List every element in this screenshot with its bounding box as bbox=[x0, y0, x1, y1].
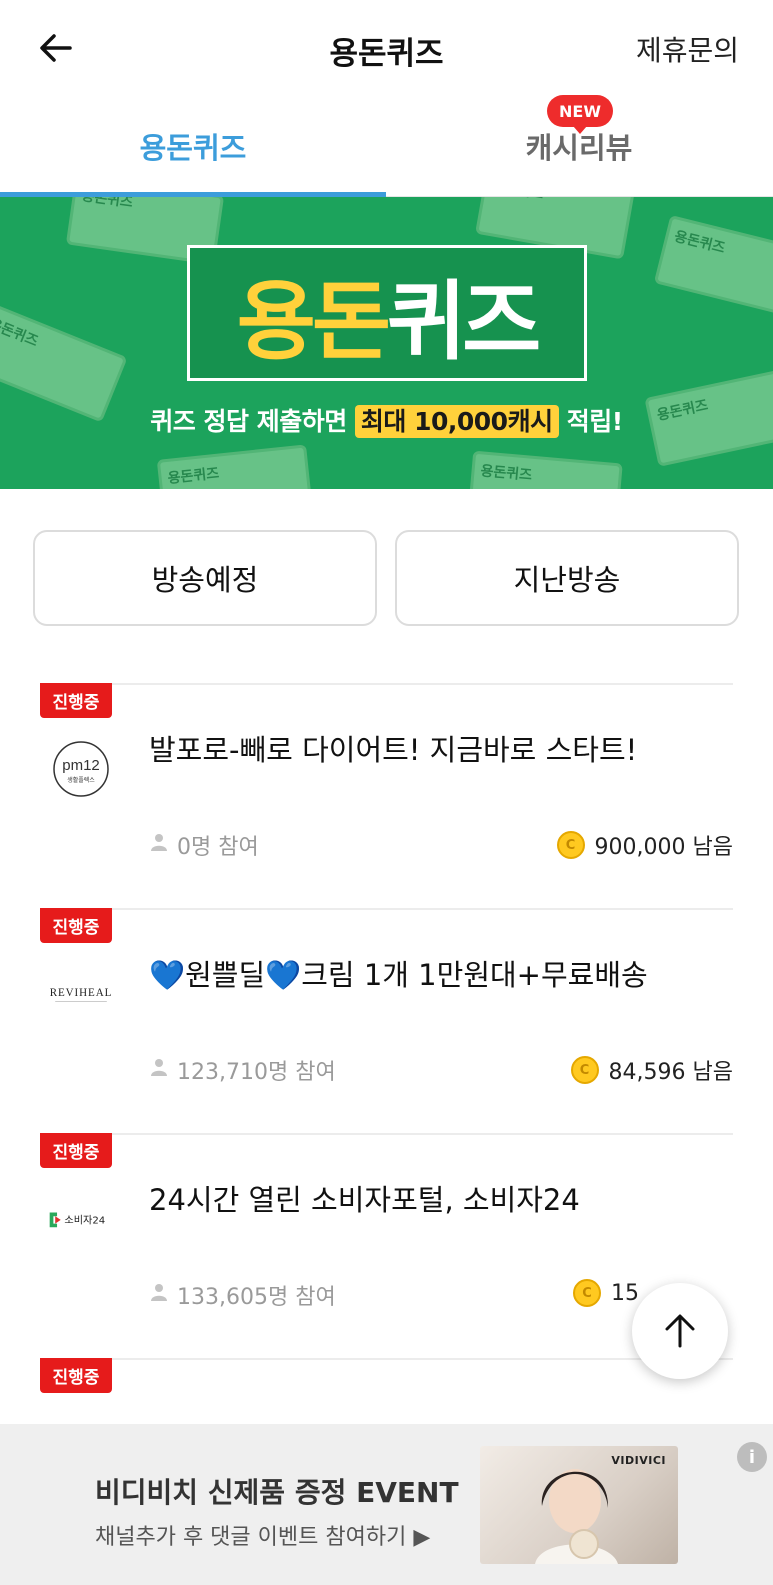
banner-title-part2: 퀴즈 bbox=[387, 271, 541, 372]
banner-subtitle-suffix: 적립! bbox=[558, 407, 623, 436]
person-icon bbox=[149, 1057, 169, 1083]
ad-image-brand: VIDIVICI bbox=[611, 1454, 666, 1467]
participant-count: 0명 참여 bbox=[149, 829, 259, 861]
remaining-cash: C 15 bbox=[573, 1279, 639, 1307]
scroll-to-top-button[interactable] bbox=[632, 1283, 728, 1379]
participant-count-text: 0명 참여 bbox=[177, 835, 259, 860]
info-icon[interactable]: i bbox=[737, 1442, 767, 1472]
ad-banner[interactable]: 비디비치 신제품 증정 EVENT 채널추가 후 댓글 이벤트 참여하기 ▶ V… bbox=[0, 1424, 773, 1585]
brand-logo: 소비자24 bbox=[46, 1188, 116, 1250]
ad-subtitle: 채널추가 후 댓글 이벤트 참여하기 ▶ bbox=[95, 1525, 431, 1550]
banner-subtitle: 퀴즈 정답 제출하면 최대 10,000캐시 적립! bbox=[0, 402, 773, 438]
status-badge: 진행중 bbox=[40, 908, 112, 943]
arrow-up-icon bbox=[665, 1314, 695, 1348]
brand-logo: REVIHEAL bbox=[46, 963, 116, 1025]
remaining-cash-text: 900,000 남음 bbox=[594, 835, 733, 860]
ad-product-image: VIDIVICI bbox=[480, 1446, 678, 1564]
upcoming-broadcast-button[interactable]: 방송예정 bbox=[33, 530, 377, 626]
status-badge: 진행중 bbox=[40, 1133, 112, 1168]
status-badge: 진행중 bbox=[40, 1358, 112, 1393]
coin-icon: C bbox=[556, 831, 585, 859]
participant-count-text: 133,605명 참여 bbox=[177, 1285, 336, 1310]
money-bill-decoration: 용돈퀴즈 bbox=[156, 444, 314, 489]
quiz-list-item[interactable]: 진행중 REVIHEAL 💙원쁠딜💙크림 1개 1만원대+무료배송 123,71… bbox=[0, 908, 773, 1134]
person-icon bbox=[149, 1282, 169, 1308]
brand-logo: pm12 생활플렉스 bbox=[46, 738, 116, 800]
quiz-banner[interactable]: 용돈퀴즈 용돈퀴즈 용돈퀴즈 용돈퀴즈 용돈퀴즈 용돈퀴즈 용돈퀴즈 용돈퀴즈 … bbox=[0, 197, 773, 489]
partner-inquiry-link[interactable]: 제휴문의 bbox=[636, 29, 739, 69]
quiz-title: 💙원쁠딜💙크림 1개 1만원대+무료배송 bbox=[149, 958, 648, 992]
remaining-cash: C 900,000 남음 bbox=[556, 829, 733, 861]
remaining-cash-text: 84,596 남음 bbox=[608, 1060, 733, 1085]
banner-subtitle-prefix: 퀴즈 정답 제출하면 bbox=[150, 407, 355, 436]
banner-title: 용돈 퀴즈 bbox=[187, 245, 587, 381]
quiz-list-item[interactable]: 진행중 pm12 생활플렉스 발포로-빼로 다이어트! 지금바로 스타트! 0명… bbox=[0, 683, 773, 909]
person-icon bbox=[149, 832, 169, 858]
remaining-cash-text: 15 bbox=[611, 1280, 639, 1306]
tab-quiz[interactable]: 용돈퀴즈 bbox=[0, 95, 386, 197]
new-badge: NEW bbox=[547, 95, 613, 134]
divider bbox=[40, 683, 733, 685]
participant-count: 123,710명 참여 bbox=[149, 1054, 336, 1086]
svg-text:REVIHEAL: REVIHEAL bbox=[50, 987, 113, 999]
divider bbox=[40, 908, 733, 910]
ad-title: 비디비치 신제품 증정 EVENT bbox=[95, 1476, 459, 1509]
past-broadcast-button[interactable]: 지난방송 bbox=[395, 530, 739, 626]
divider bbox=[40, 1133, 733, 1135]
svg-text:pm12: pm12 bbox=[62, 757, 100, 774]
app-header: 용돈퀴즈 제휴문의 bbox=[0, 0, 773, 95]
money-bill-decoration: 용돈퀴즈 bbox=[467, 450, 623, 489]
quiz-title: 24시간 열린 소비자포털, 소비자24 bbox=[149, 1183, 580, 1217]
coin-icon: C bbox=[573, 1279, 601, 1307]
tab-bar: 용돈퀴즈 캐시리뷰 NEW bbox=[0, 95, 773, 197]
money-bill-decoration: 용돈퀴즈 bbox=[653, 214, 773, 320]
quiz-title: 발포로-빼로 다이어트! 지금바로 스타트! bbox=[149, 733, 638, 767]
status-badge: 진행중 bbox=[40, 683, 112, 718]
svg-text:생활플렉스: 생활플렉스 bbox=[67, 776, 95, 784]
banner-title-part1: 용돈 bbox=[236, 271, 391, 372]
remaining-cash: C 84,596 남음 bbox=[570, 1054, 733, 1086]
coin-icon: C bbox=[570, 1056, 599, 1084]
svg-text:소비자24: 소비자24 bbox=[64, 1215, 105, 1227]
banner-subtitle-highlight: 최대 10,000캐시 bbox=[354, 405, 559, 438]
participant-count: 133,605명 참여 bbox=[149, 1279, 336, 1311]
divider bbox=[40, 1358, 733, 1360]
participant-count-text: 123,710명 참여 bbox=[177, 1060, 336, 1085]
